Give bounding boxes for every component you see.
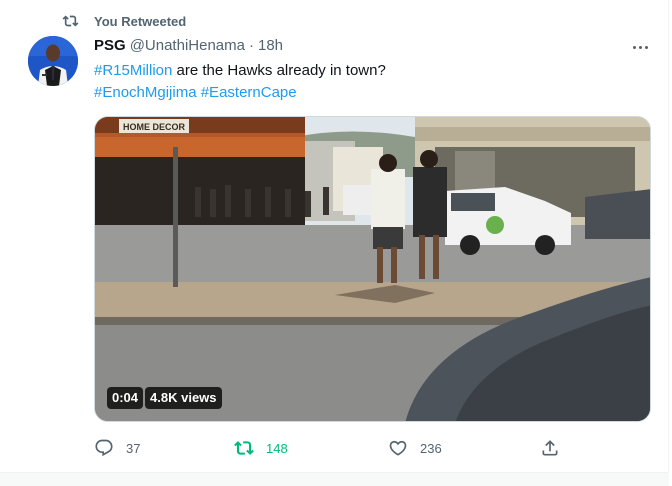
tweet-actions: 37 148 236 xyxy=(94,436,564,460)
retweet-icon xyxy=(62,15,79,27)
next-tweet-area xyxy=(0,473,669,486)
author-handle[interactable]: @UnathiHenama xyxy=(130,37,245,54)
reply-icon xyxy=(95,439,113,457)
avatar-image xyxy=(28,36,78,86)
separator-dot: · xyxy=(248,37,254,54)
tweet-text: #R15Million are the Hawks already in tow… xyxy=(94,60,654,104)
retweet-button[interactable]: 148 xyxy=(234,436,288,460)
retweet-icon xyxy=(234,441,254,455)
heart-icon xyxy=(389,440,407,456)
video-player[interactable]: HOME DECOR xyxy=(94,116,651,422)
timeline-divider xyxy=(668,0,669,486)
video-duration: 0:04 xyxy=(107,387,144,409)
like-count: 236 xyxy=(420,440,442,456)
tweet-header: PSG @UnathiHenama · 18h xyxy=(94,37,283,54)
retweet-banner-label: You Retweeted xyxy=(94,14,187,29)
hashtag-link[interactable]: #EnochMgijima xyxy=(94,84,197,101)
retweet-count: 148 xyxy=(266,440,288,456)
tweet-card[interactable]: You Retweeted PSG @UnathiHenama · 18h #R… xyxy=(0,0,668,474)
tweet-text-body: are the Hawks already in town? xyxy=(172,62,386,79)
store-sign: HOME DECOR xyxy=(123,122,186,132)
more-options-icon[interactable] xyxy=(628,38,652,56)
reply-count: 37 xyxy=(126,440,141,456)
video-frame: HOME DECOR xyxy=(95,117,650,421)
hashtag-link[interactable]: #EasternCape xyxy=(201,84,297,101)
author-name[interactable]: PSG xyxy=(94,37,126,54)
video-badge: 0:04 4.8K views xyxy=(107,387,222,409)
video-views: 4.8K views xyxy=(145,387,222,409)
like-button[interactable]: 236 xyxy=(388,436,442,460)
share-icon xyxy=(542,440,558,456)
reply-button[interactable]: 37 xyxy=(94,436,140,460)
avatar[interactable] xyxy=(28,36,78,86)
tweet-timestamp[interactable]: 18h xyxy=(258,37,283,54)
share-button[interactable] xyxy=(540,436,560,460)
hashtag-link[interactable]: #R15Million xyxy=(94,62,172,79)
